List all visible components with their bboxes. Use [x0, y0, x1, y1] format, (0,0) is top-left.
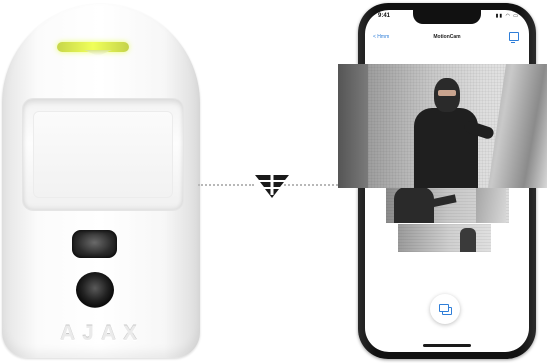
- status-icons: ▮▮ ◠ ▭: [495, 13, 519, 19]
- ir-illuminator: [72, 230, 117, 258]
- pir-lens-window: [33, 111, 173, 198]
- photo-wall: [338, 64, 368, 188]
- photo-frame-2[interactable]: [386, 187, 509, 223]
- photo-figure: [394, 187, 434, 223]
- app-navbar: < Hmm MotionCam: [365, 26, 529, 54]
- home-indicator: [423, 344, 471, 347]
- connection-line-left: [198, 184, 254, 186]
- status-time: 9:41: [378, 13, 391, 19]
- intruder-eyes: [438, 90, 456, 96]
- gallery-icon-front: [439, 304, 449, 312]
- export-icon[interactable]: [509, 32, 519, 43]
- photo-frame-3[interactable]: [398, 224, 491, 252]
- brand-logo: AJAX: [59, 322, 145, 345]
- pir-lens: [23, 99, 183, 210]
- screen-title: MotionCam: [433, 34, 461, 40]
- phone-notch: [413, 10, 481, 24]
- jeweller-radio-icon: [255, 175, 289, 198]
- photo-figure: [460, 228, 476, 252]
- intruder-body: [414, 108, 478, 188]
- photo-door: [488, 64, 547, 188]
- camera-lens: [76, 272, 114, 308]
- photo-door: [476, 187, 506, 223]
- product-illustration: AJAX 9:41 ▮▮ ◠ ▭ < Hmm MotionCam: [0, 0, 547, 363]
- gallery-button[interactable]: [430, 294, 460, 324]
- photo-frame-main[interactable]: [338, 64, 547, 188]
- motion-detector: AJAX: [2, 4, 202, 360]
